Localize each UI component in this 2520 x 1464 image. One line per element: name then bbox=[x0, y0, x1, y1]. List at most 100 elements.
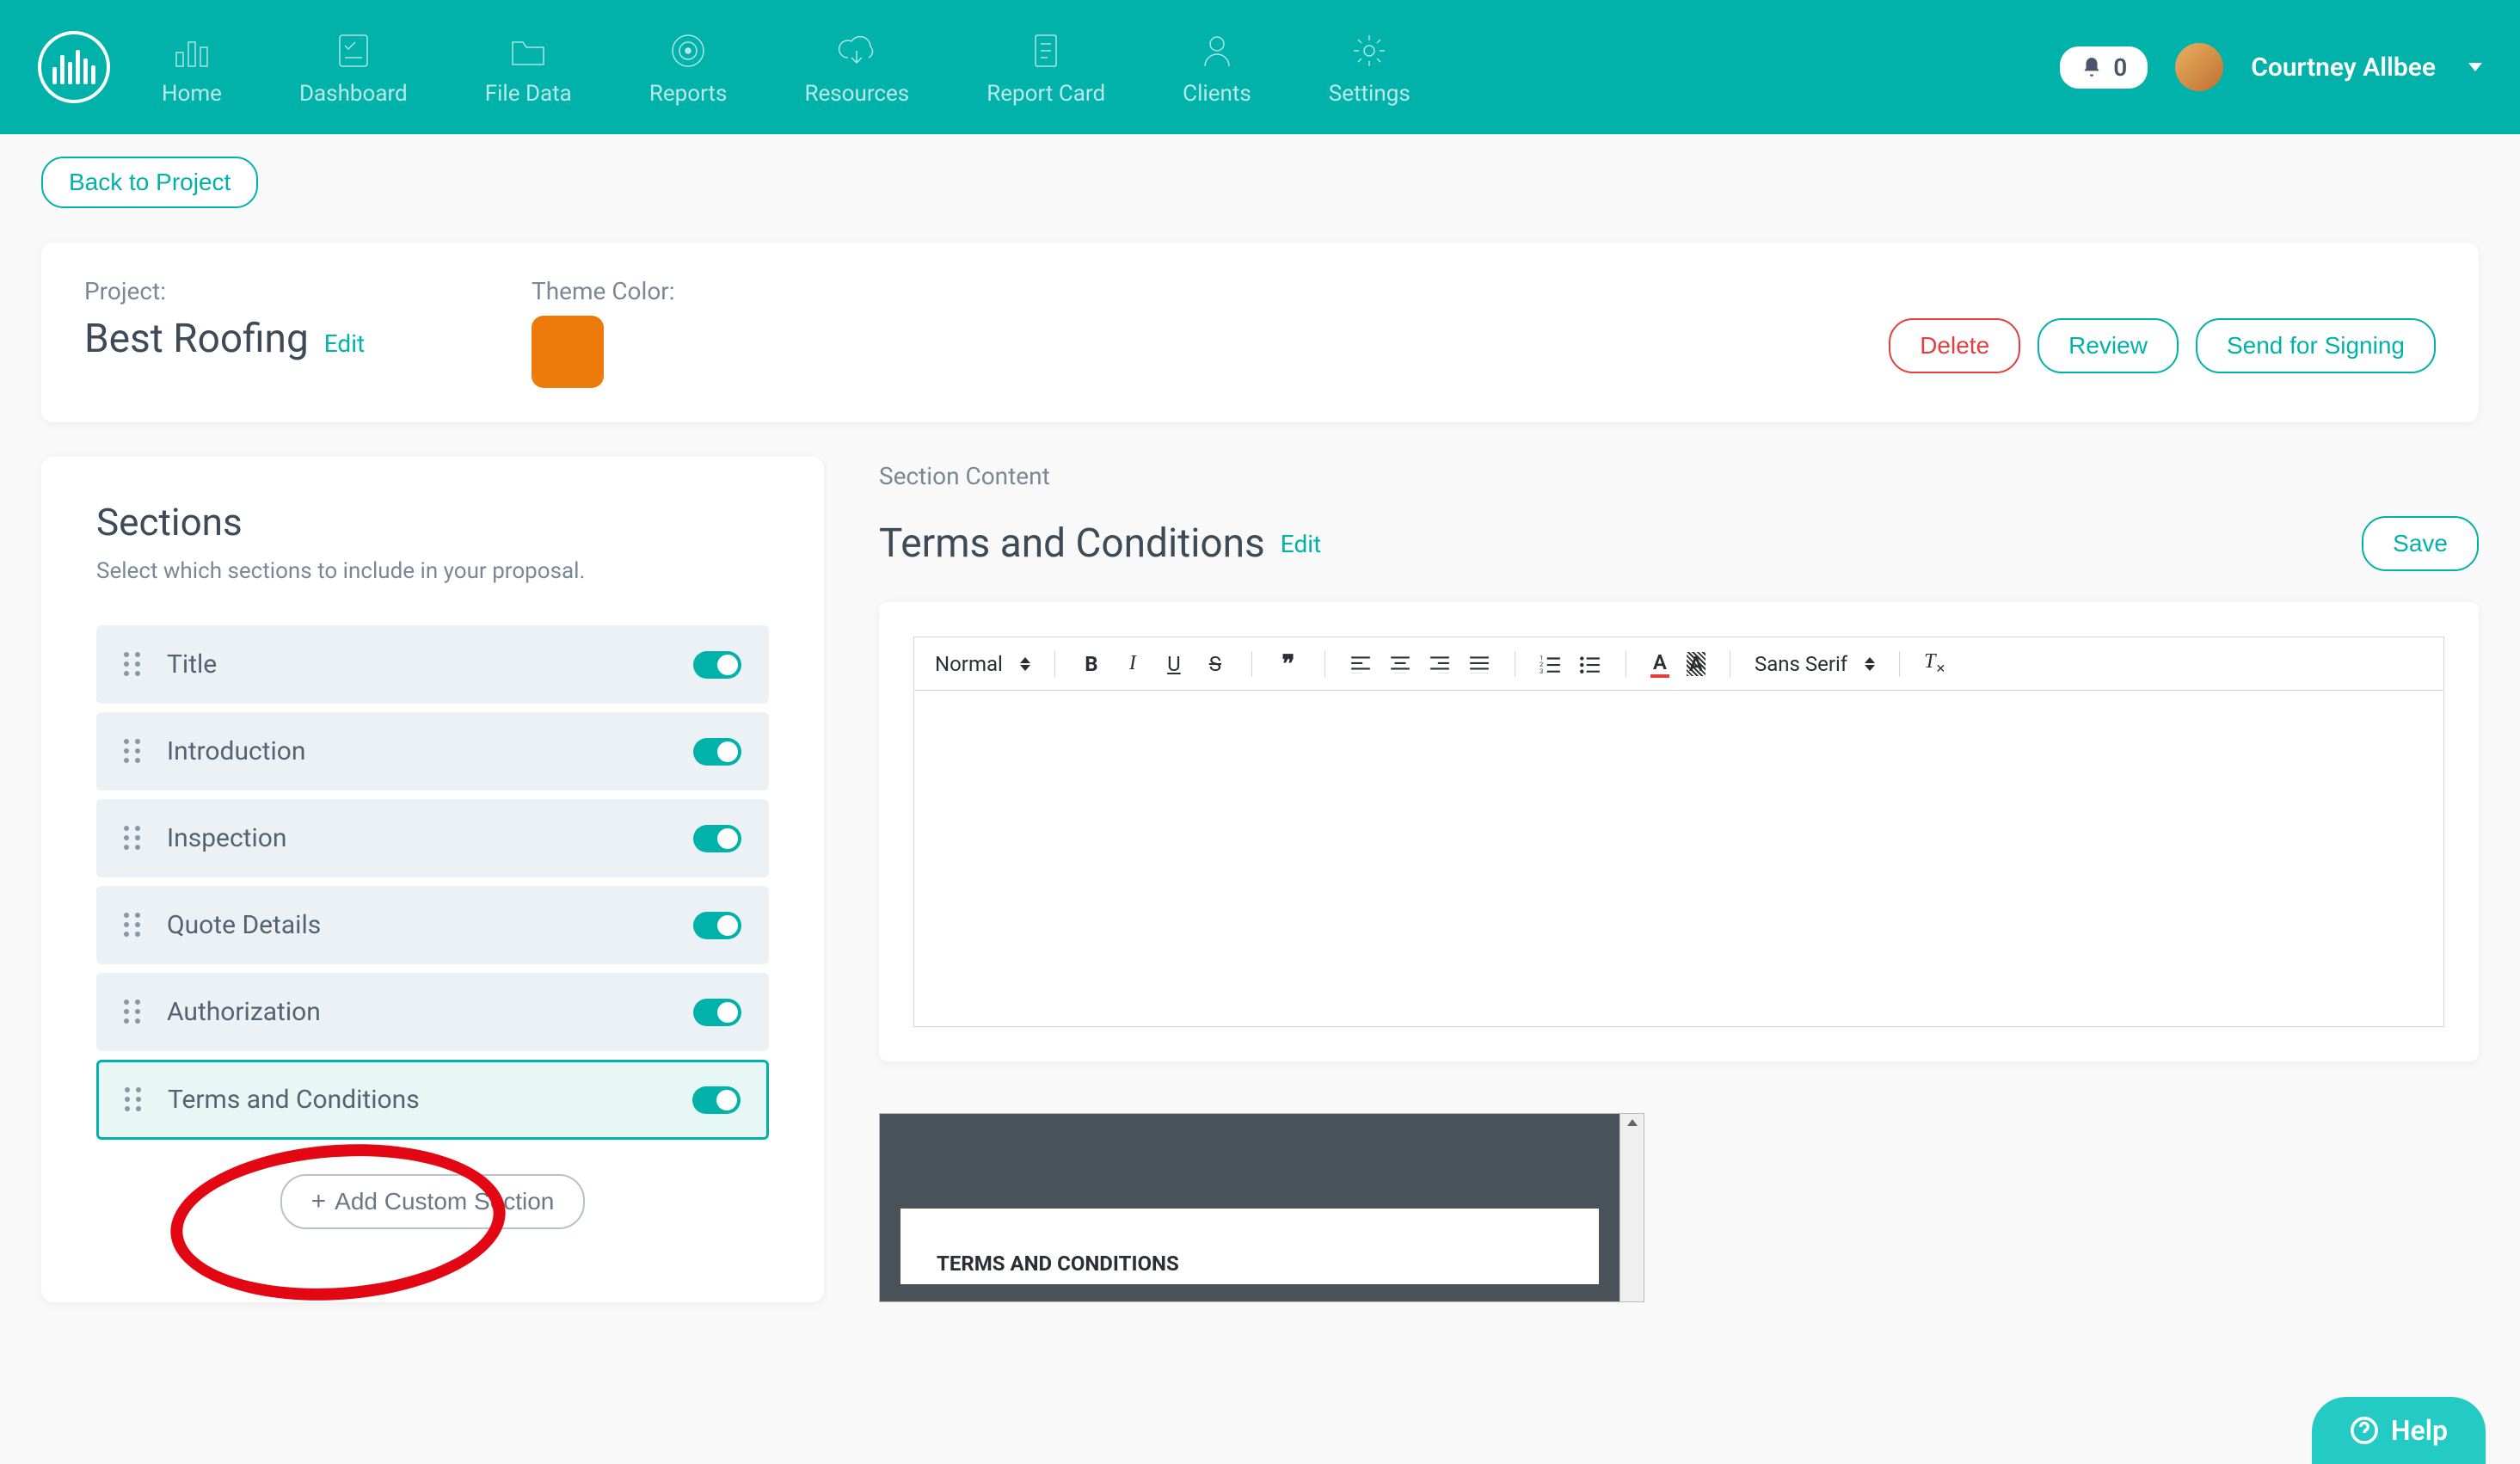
sections-subtitle: Select which sections to include in your… bbox=[96, 558, 769, 584]
section-label: Title bbox=[167, 649, 693, 680]
strike-button[interactable]: S bbox=[1203, 652, 1227, 676]
align-justify-icon[interactable] bbox=[1468, 655, 1490, 674]
user-name[interactable]: Courtney Allbee bbox=[2251, 52, 2436, 83]
section-toggle[interactable] bbox=[693, 825, 741, 852]
sections-panel: Sections Select which sections to includ… bbox=[41, 457, 824, 1302]
nav-label: Resources bbox=[804, 81, 909, 107]
project-name: Best Roofing bbox=[84, 316, 309, 362]
gear-icon bbox=[1346, 28, 1392, 74]
document-preview: TERMS AND CONDITIONS bbox=[879, 1113, 1644, 1302]
drag-handle-icon[interactable] bbox=[124, 652, 143, 678]
svg-text:3: 3 bbox=[1540, 667, 1543, 673]
content-title: Terms and Conditions bbox=[879, 520, 1265, 567]
section-item-inspection[interactable]: Inspection bbox=[96, 799, 769, 877]
section-label: Authorization bbox=[167, 997, 693, 1027]
nav-label: File Data bbox=[485, 81, 572, 107]
sections-title: Sections bbox=[96, 500, 769, 544]
project-card: Project: Best Roofing Edit Theme Color: … bbox=[41, 243, 2479, 422]
cloud-download-icon bbox=[833, 28, 880, 74]
theme-label: Theme Color: bbox=[532, 277, 790, 305]
person-icon bbox=[1194, 28, 1240, 74]
nav-dashboard[interactable]: Dashboard bbox=[299, 28, 408, 107]
drag-handle-icon[interactable] bbox=[124, 1000, 143, 1025]
unordered-list-icon[interactable] bbox=[1579, 655, 1601, 674]
notif-count: 0 bbox=[2113, 53, 2127, 82]
nav-file-data[interactable]: File Data bbox=[485, 28, 572, 107]
plus-icon: + bbox=[311, 1189, 327, 1215]
section-content-label: Section Content bbox=[879, 462, 2479, 490]
align-center-icon[interactable] bbox=[1389, 655, 1411, 674]
text-color-button[interactable]: A bbox=[1650, 650, 1669, 678]
drag-handle-icon[interactable] bbox=[124, 826, 143, 852]
font-select[interactable]: Sans Serif bbox=[1755, 652, 1875, 676]
section-item-terms-and-conditions[interactable]: Terms and Conditions bbox=[96, 1060, 769, 1140]
logo-icon[interactable] bbox=[38, 31, 110, 103]
review-button[interactable]: Review bbox=[2038, 318, 2179, 373]
drag-handle-icon[interactable] bbox=[124, 913, 143, 938]
underline-button[interactable]: U bbox=[1162, 652, 1186, 676]
document-icon bbox=[1023, 28, 1069, 74]
format-select[interactable]: Normal bbox=[935, 652, 1030, 676]
help-bubble[interactable]: Help bbox=[2312, 1397, 2486, 1464]
background-color-button[interactable]: A bbox=[1687, 652, 1706, 676]
section-toggle[interactable] bbox=[693, 651, 741, 679]
rich-text-editor: Normal B I U S ❞ 123 bbox=[913, 637, 2444, 1027]
section-item-authorization[interactable]: Authorization bbox=[96, 973, 769, 1051]
project-label: Project: bbox=[84, 277, 532, 305]
folder-icon bbox=[505, 28, 551, 74]
section-label: Quote Details bbox=[167, 910, 693, 940]
clear-format-button[interactable]: T✕ bbox=[1924, 650, 1945, 677]
section-item-quote-details[interactable]: Quote Details bbox=[96, 886, 769, 964]
scroll-up-icon[interactable] bbox=[1627, 1119, 1638, 1126]
nav-home[interactable]: Home bbox=[162, 28, 222, 107]
edit-project-name[interactable]: Edit bbox=[324, 329, 365, 358]
delete-button[interactable]: Delete bbox=[1889, 318, 2020, 373]
section-toggle[interactable] bbox=[693, 738, 741, 766]
nav-label: Dashboard bbox=[299, 81, 408, 107]
bell-icon bbox=[2081, 56, 2103, 78]
avatar[interactable] bbox=[2175, 43, 2223, 91]
ordered-list-icon[interactable]: 123 bbox=[1540, 655, 1562, 674]
theme-color-swatch[interactable] bbox=[532, 316, 604, 388]
editor-body[interactable] bbox=[914, 691, 2443, 1026]
align-left-icon[interactable] bbox=[1349, 655, 1372, 674]
align-right-icon[interactable] bbox=[1429, 655, 1451, 674]
font-value: Sans Serif bbox=[1755, 652, 1847, 676]
add-section-label: Add Custom Section bbox=[335, 1188, 554, 1215]
send-for-signing-button[interactable]: Send for Signing bbox=[2196, 318, 2436, 373]
drag-handle-icon[interactable] bbox=[125, 1087, 144, 1113]
nav-items: Home Dashboard File Data Reports Resourc… bbox=[162, 28, 2060, 107]
preview-scrollbar[interactable] bbox=[1620, 1114, 1644, 1301]
content-panel: Section Content Terms and Conditions Edi… bbox=[879, 457, 2479, 1302]
save-button[interactable]: Save bbox=[2362, 516, 2479, 571]
section-label: Introduction bbox=[167, 736, 693, 766]
section-toggle[interactable] bbox=[692, 1086, 741, 1114]
italic-button[interactable]: I bbox=[1121, 652, 1145, 675]
section-toggle[interactable] bbox=[693, 999, 741, 1026]
nav-report-card[interactable]: Report Card bbox=[986, 28, 1105, 107]
nav-label: Report Card bbox=[986, 81, 1105, 107]
nav-settings[interactable]: Settings bbox=[1329, 28, 1411, 107]
back-to-project-button[interactable]: Back to Project bbox=[41, 157, 258, 208]
editor-card: Normal B I U S ❞ 123 bbox=[879, 602, 2479, 1061]
edit-content-title[interactable]: Edit bbox=[1281, 530, 1321, 558]
bar-chart-icon bbox=[169, 28, 215, 74]
nav-clients[interactable]: Clients bbox=[1183, 28, 1251, 107]
blockquote-button[interactable]: ❞ bbox=[1276, 649, 1300, 678]
nav-resources[interactable]: Resources bbox=[804, 28, 909, 107]
notification-pill[interactable]: 0 bbox=[2060, 46, 2148, 89]
section-toggle[interactable] bbox=[693, 912, 741, 939]
add-custom-section-button[interactable]: + Add Custom Section bbox=[280, 1174, 586, 1229]
caret-down-icon[interactable] bbox=[2468, 63, 2482, 71]
nav-label: Home bbox=[162, 81, 222, 107]
format-value: Normal bbox=[935, 652, 1003, 676]
section-label: Terms and Conditions bbox=[168, 1085, 692, 1115]
section-item-title[interactable]: Title bbox=[96, 625, 769, 704]
editor-toolbar: Normal B I U S ❞ 123 bbox=[914, 637, 2443, 691]
nav-label: Settings bbox=[1329, 81, 1411, 107]
preview-page: TERMS AND CONDITIONS bbox=[900, 1209, 1599, 1284]
section-item-introduction[interactable]: Introduction bbox=[96, 712, 769, 790]
bold-button[interactable]: B bbox=[1079, 652, 1103, 676]
drag-handle-icon[interactable] bbox=[124, 739, 143, 765]
nav-reports[interactable]: Reports bbox=[649, 28, 728, 107]
